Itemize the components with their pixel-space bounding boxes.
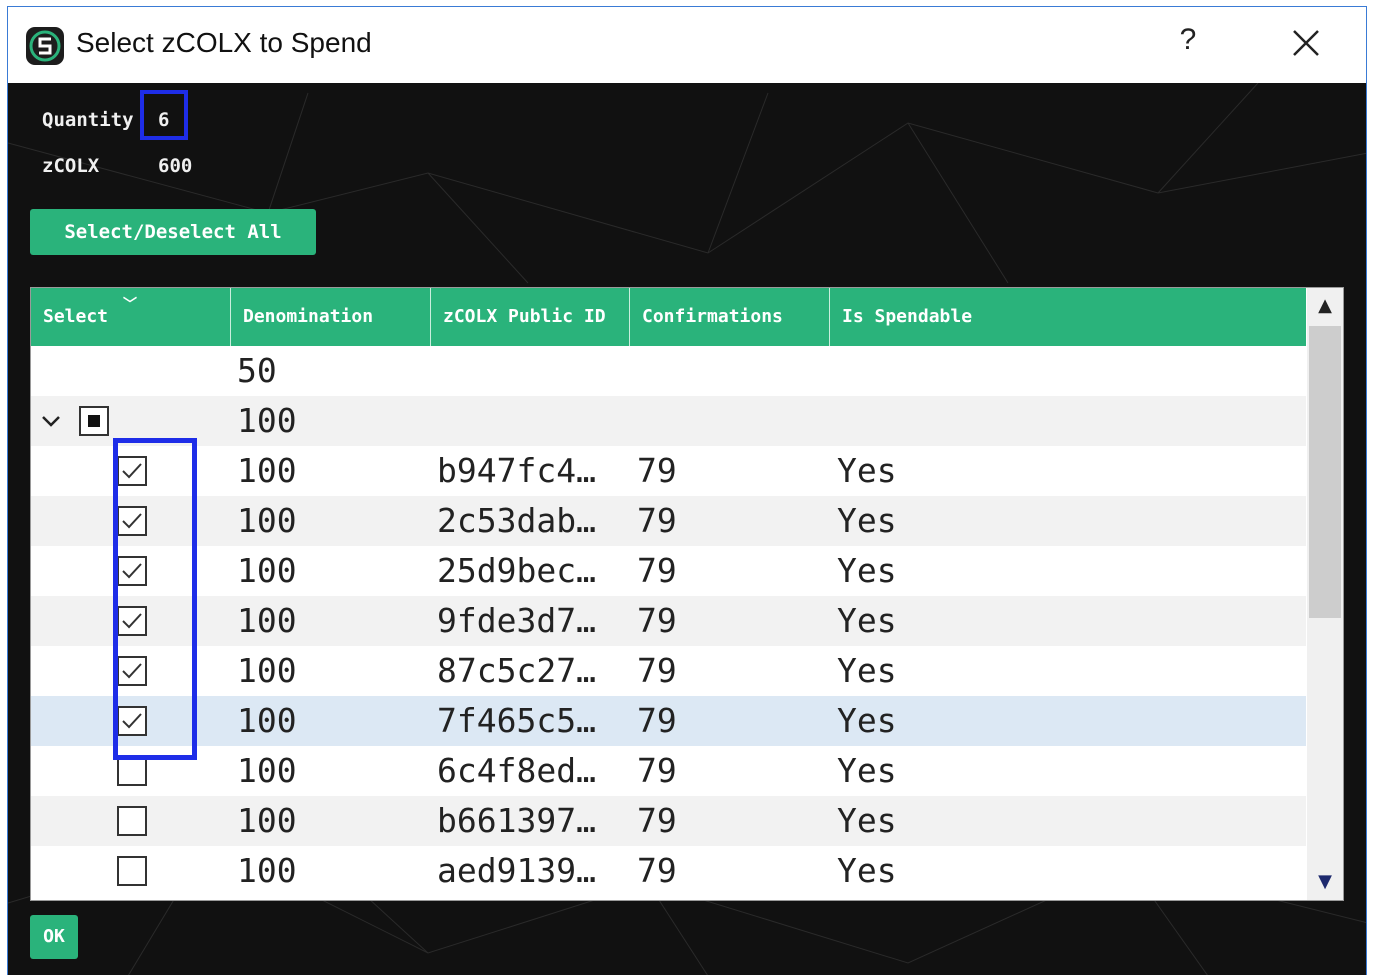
quantity-annotation-box: [140, 90, 188, 140]
dialog-window: Select zCOLX to Spend ? Quantity 6 zCOLX…: [7, 6, 1367, 975]
cell-denomination: 100: [237, 601, 297, 640]
cell-spendable: Yes: [837, 601, 897, 640]
cell-denomination: 100: [237, 851, 297, 890]
close-icon: [1293, 30, 1319, 56]
group-checkbox-partial[interactable]: [79, 406, 109, 436]
table-row[interactable]: 100 87c5c27… 79 Yes: [31, 646, 1306, 696]
cell-public-id: 2c53dab…: [437, 501, 596, 540]
table-row[interactable]: 100 2c53dab… 79 Yes: [31, 496, 1306, 546]
cell-public-id: 6c4f8ed…: [437, 751, 596, 790]
cell-confirmations: 79: [637, 801, 677, 840]
close-button[interactable]: [1286, 23, 1326, 63]
table-row[interactable]: 100 7f465c5… 79 Yes: [31, 696, 1306, 746]
sort-indicator-icon: ﹀: [123, 297, 137, 313]
cell-public-id: 7f465c5…: [437, 701, 596, 740]
column-header-public-id[interactable]: zCOLX Public ID: [431, 288, 630, 346]
cell-public-id: aed9139…: [437, 851, 596, 890]
cell-confirmations: 79: [637, 601, 677, 640]
table-body: 50 100 100 b947fc4… 79 Yes 100 2c53dab… 79 Yes 1…: [31, 346, 1306, 900]
cell-confirmations: 79: [637, 551, 677, 590]
row-checkbox[interactable]: [117, 856, 147, 886]
column-header-spendable[interactable]: Is Spendable: [830, 288, 1306, 346]
chevron-down-icon[interactable]: [39, 409, 63, 433]
dialog-body: Quantity 6 zCOLX 600 Select/Deselect All…: [8, 83, 1366, 975]
cell-spendable: Yes: [837, 651, 897, 690]
cell-spendable: Yes: [837, 751, 897, 790]
cell-public-id: 9fde3d7…: [437, 601, 596, 640]
cell-denomination: 100: [237, 651, 297, 690]
scroll-down-arrow-icon[interactable]: ▼: [1307, 864, 1343, 900]
window-title: Select zCOLX to Spend: [76, 27, 372, 58]
table-row[interactable]: 100 25d9bec… 79 Yes: [31, 546, 1306, 596]
scroll-up-arrow-icon[interactable]: ▲: [1307, 288, 1343, 324]
cell-spendable: Yes: [837, 551, 897, 590]
zcolx-label: zCOLX: [42, 155, 100, 177]
ok-button[interactable]: OK: [30, 915, 78, 959]
table-row[interactable]: 100 6c4f8ed… 79 Yes: [31, 746, 1306, 796]
cell-spendable: Yes: [837, 701, 897, 740]
cell-denomination: 100: [237, 451, 297, 490]
column-header-label: Select: [43, 306, 109, 327]
group-row-50[interactable]: 50: [31, 346, 1306, 396]
table-row[interactable]: 100 b661397… 79 Yes: [31, 796, 1306, 846]
cell-confirmations: 79: [637, 701, 677, 740]
table-row[interactable]: 100 aed9139… 79 Yes: [31, 846, 1306, 896]
column-header-select[interactable]: Select ﹀: [31, 288, 231, 346]
cell-confirmations: 79: [637, 751, 677, 790]
group-denomination: 50: [237, 351, 277, 390]
group-row-100[interactable]: 100: [31, 396, 1306, 446]
help-button[interactable]: ?: [1170, 23, 1206, 57]
colossus-logo-icon: [26, 27, 64, 65]
column-header-confirmations[interactable]: Confirmations: [630, 288, 830, 346]
table-row[interactable]: 100 9fde3d7… 79 Yes: [31, 596, 1306, 646]
selected-checkboxes-annotation-box: [113, 438, 197, 760]
cell-denomination: 100: [237, 701, 297, 740]
cell-spendable: Yes: [837, 801, 897, 840]
title-bar: Select zCOLX to Spend ?: [8, 7, 1366, 83]
coin-table: Select ﹀ Denomination zCOLX Public ID Co…: [30, 287, 1344, 901]
table-header: Select ﹀ Denomination zCOLX Public ID Co…: [31, 288, 1306, 346]
cell-denomination: 100: [237, 751, 297, 790]
cell-spendable: Yes: [837, 851, 897, 890]
quantity-label: Quantity: [42, 109, 134, 131]
cell-spendable: Yes: [837, 451, 897, 490]
cell-public-id: 87c5c27…: [437, 651, 596, 690]
select-deselect-all-button[interactable]: Select/Deselect All: [30, 209, 316, 255]
group-denomination: 100: [237, 401, 297, 440]
cell-confirmations: 79: [637, 851, 677, 890]
zcolx-value: 600: [158, 155, 193, 177]
cell-denomination: 100: [237, 801, 297, 840]
cell-confirmations: 79: [637, 451, 677, 490]
cell-confirmations: 79: [637, 501, 677, 540]
cell-denomination: 100: [237, 501, 297, 540]
cell-confirmations: 79: [637, 651, 677, 690]
row-checkbox[interactable]: [117, 756, 147, 786]
cell-spendable: Yes: [837, 501, 897, 540]
scrollbar-thumb[interactable]: [1309, 326, 1341, 618]
cell-public-id: b661397…: [437, 801, 596, 840]
cell-denomination: 100: [237, 551, 297, 590]
table-row[interactable]: 100 b947fc4… 79 Yes: [31, 446, 1306, 496]
row-checkbox[interactable]: [117, 806, 147, 836]
cell-public-id: 25d9bec…: [437, 551, 596, 590]
partial-check-icon: [88, 415, 100, 427]
vertical-scrollbar[interactable]: ▲ ▼: [1307, 288, 1343, 900]
cell-public-id: b947fc4…: [437, 451, 596, 490]
column-header-denomination[interactable]: Denomination: [231, 288, 431, 346]
